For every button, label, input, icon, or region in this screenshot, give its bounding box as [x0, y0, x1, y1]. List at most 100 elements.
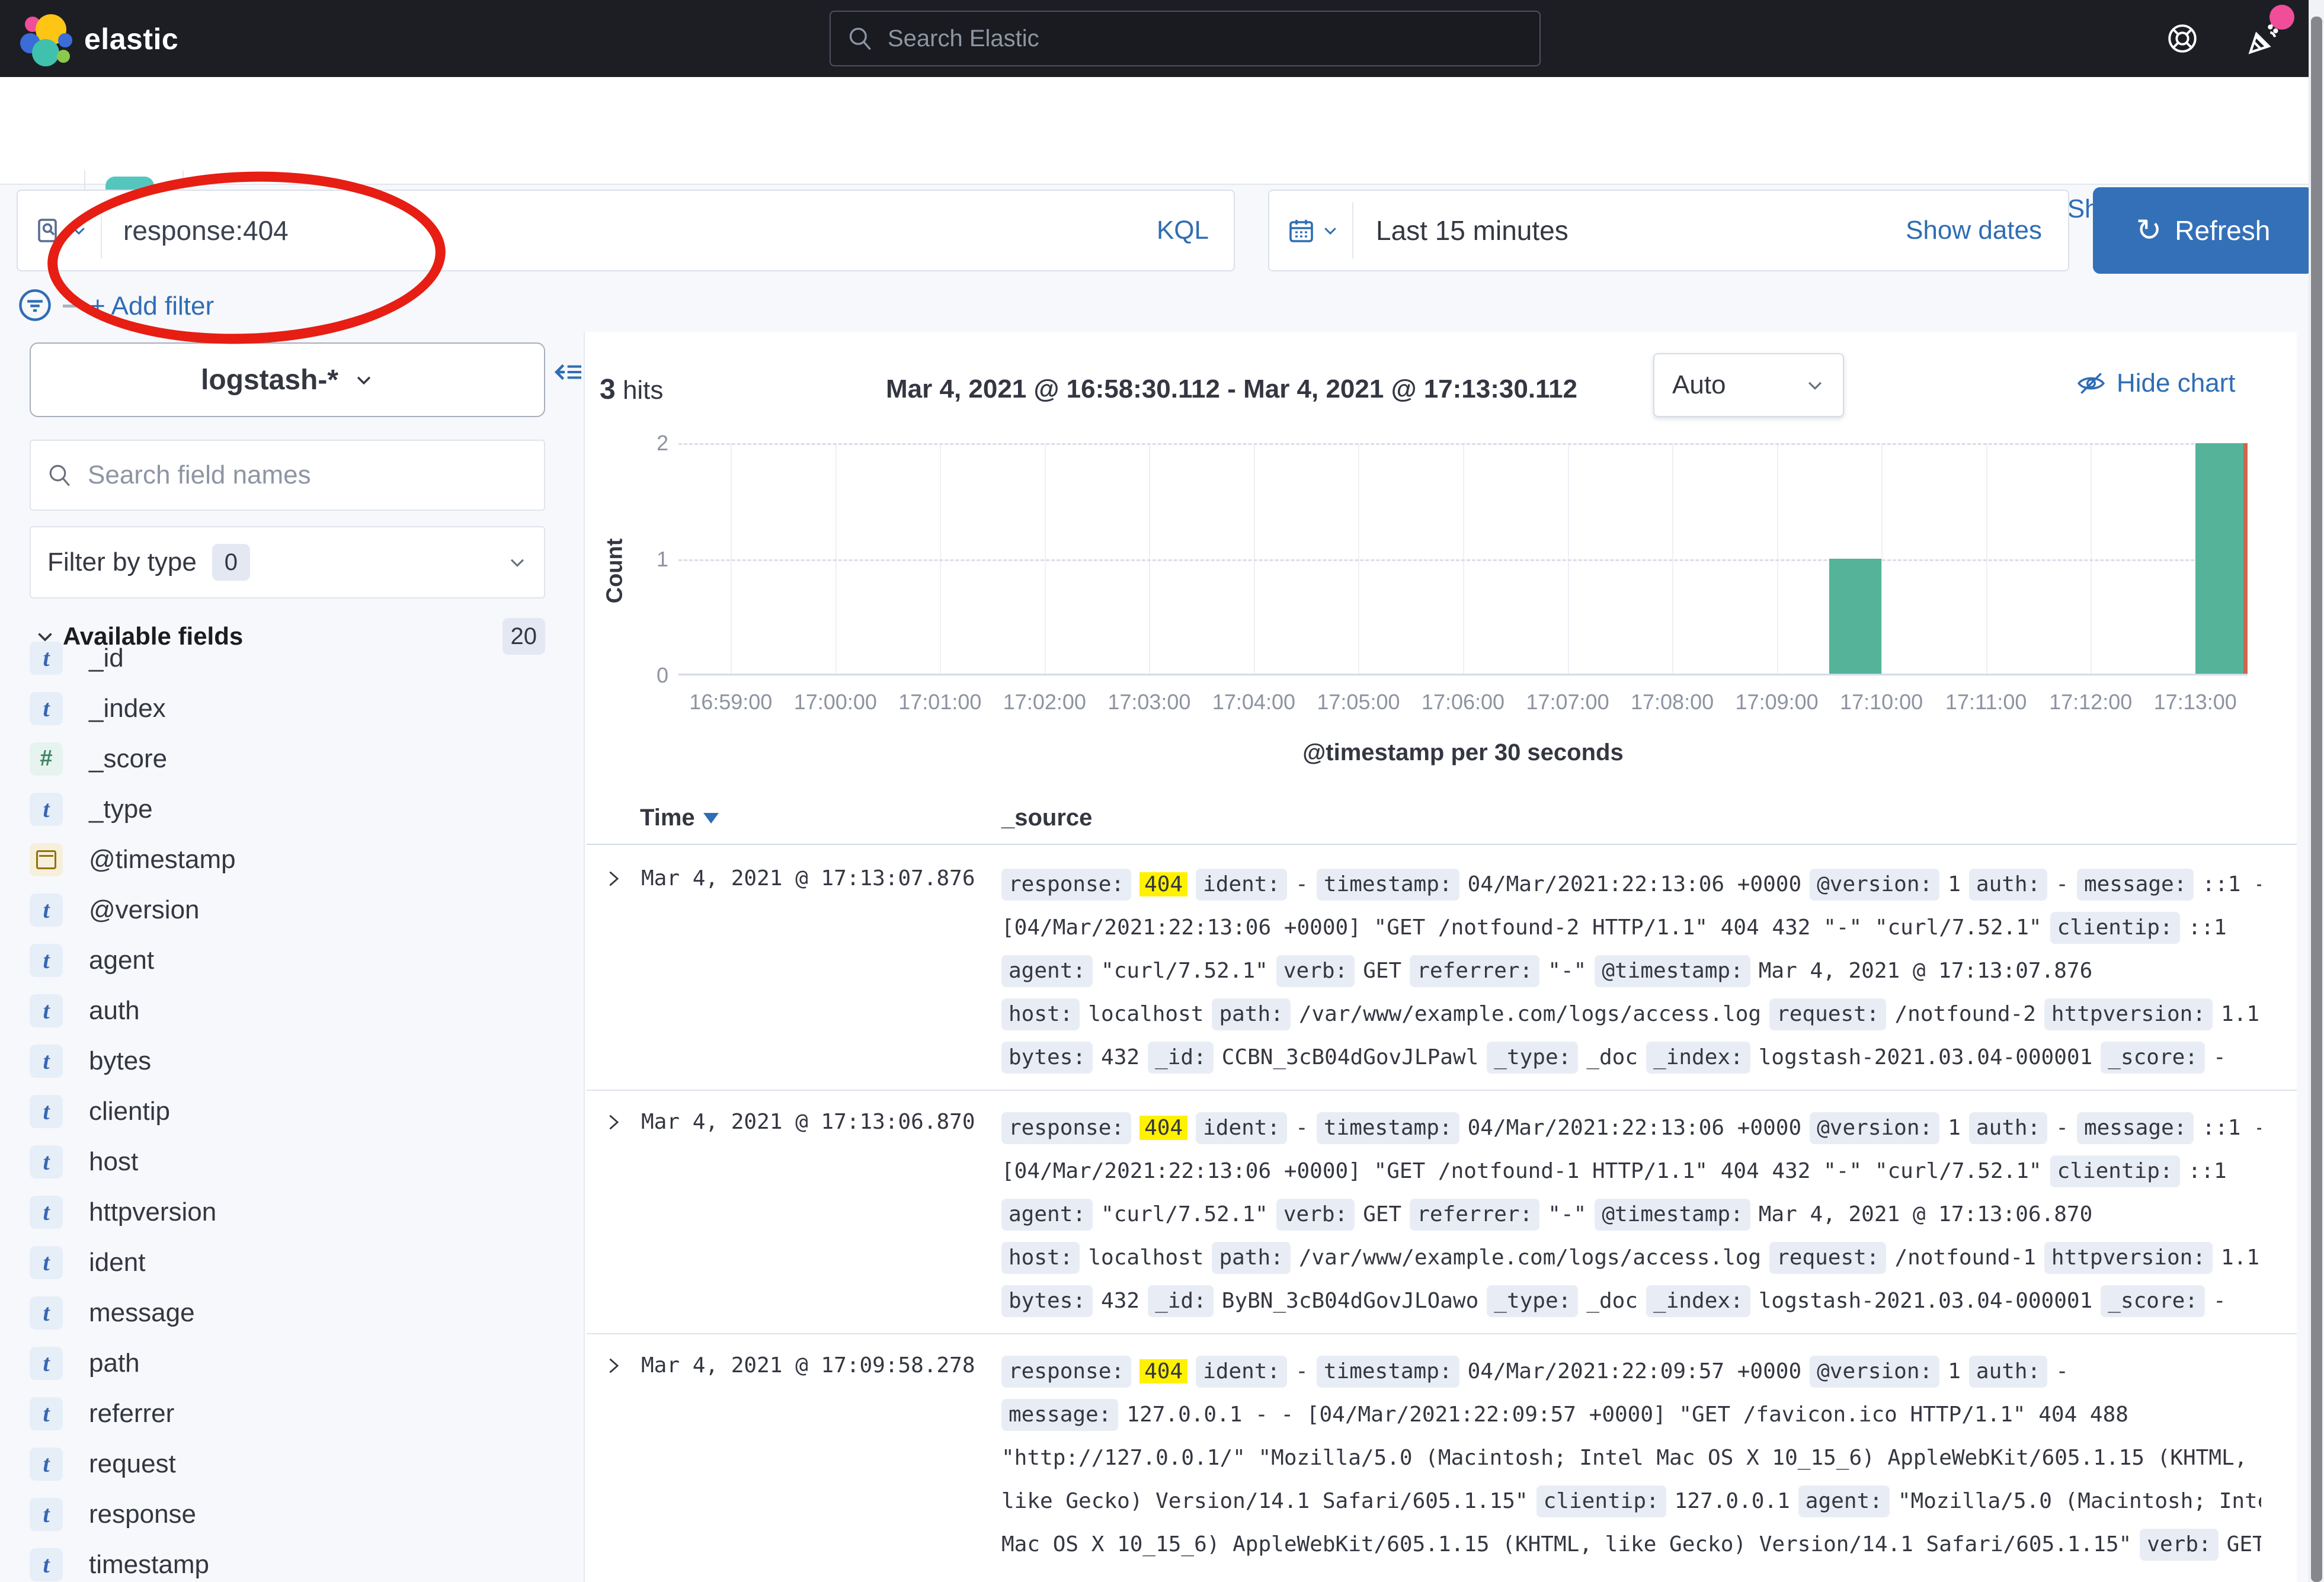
field-value: /notfound-2: [1894, 1002, 2035, 1026]
document-row: Mar 4, 2021 @ 17:13:06.870response:404id…: [587, 1091, 2297, 1334]
field-item-type[interactable]: t_type: [30, 784, 545, 834]
collapse-sidebar-icon[interactable]: [552, 356, 585, 389]
x-tick-label: 17:11:00: [1945, 690, 2027, 715]
field-item-request[interactable]: t request: [30, 1439, 545, 1489]
field-name: timestamp: [89, 1550, 209, 1580]
elastic-logo[interactable]: elastic: [20, 13, 178, 65]
string-type-icon: t: [30, 1045, 63, 1078]
field-badge: httpversion:: [2044, 998, 2213, 1030]
field-value: "curl/7.52.1": [1101, 1202, 1268, 1226]
field-badge: @version:: [1810, 1356, 1939, 1388]
help-icon[interactable]: [2165, 21, 2200, 56]
add-filter-button[interactable]: + Add filter: [90, 292, 214, 321]
field-value: GET: [1363, 1202, 1401, 1226]
sort-desc-icon: [703, 813, 719, 824]
field-value: -: [2056, 1359, 2069, 1384]
field-item-id[interactable]: t_id: [30, 633, 545, 683]
global-search-input[interactable]: Search Elastic: [830, 11, 1541, 66]
field-name: referrer: [89, 1399, 174, 1429]
string-type-icon: t: [30, 692, 63, 725]
field-name: response: [89, 1500, 196, 1529]
x-tick-label: 17:00:00: [794, 690, 877, 715]
column-header-time[interactable]: Time: [640, 805, 719, 831]
field-badge: clientip:: [1536, 1485, 1666, 1517]
field-item-clientip[interactable]: tclientip: [30, 1086, 545, 1136]
field-value: like Gecko) Version/14.1 Safari/605.1.15…: [1001, 1489, 1528, 1513]
field-value: ::1 - -: [2202, 1116, 2261, 1140]
field-name: @timestamp: [89, 845, 236, 875]
field-name: message: [89, 1298, 195, 1328]
field-value: _doc: [1586, 1045, 1638, 1069]
field-badge: referrer:: [1410, 955, 1539, 987]
field-value: /var/www/example.com/logs/access.log: [1299, 1245, 1761, 1270]
news-icon[interactable]: [2246, 20, 2283, 57]
histogram-chart[interactable]: [678, 443, 2248, 675]
chevron-down-icon: [70, 222, 88, 239]
field-item-index[interactable]: t _index: [30, 683, 545, 734]
field-item-timestamp[interactable]: ttimestamp: [30, 1539, 545, 1582]
field-badge: @timestamp:: [1595, 955, 1750, 987]
field-item-ident[interactable]: tident: [30, 1237, 545, 1288]
expand-row-icon[interactable]: [603, 1356, 623, 1376]
date-picker[interactable]: Last 15 minutes Show dates: [1268, 190, 2069, 271]
field-badge: httpversion:: [2044, 1242, 2213, 1274]
row-timestamp: Mar 4, 2021 @ 17:13:06.870: [641, 1110, 975, 1134]
field-value: [04/Mar/2021:22:13:06 +0000] "GET /notfo…: [1001, 915, 2042, 940]
field-item-httpversion[interactable]: thttpversion: [30, 1187, 545, 1237]
expand-row-icon[interactable]: [603, 1112, 623, 1132]
query-bar[interactable]: response:404 KQL: [17, 190, 1235, 271]
histogram-bar[interactable]: [2195, 443, 2248, 674]
chart-gridline: [1986, 443, 1987, 674]
chart-gridline: [1045, 443, 1046, 674]
date-type-icon: [30, 843, 63, 876]
divider: [63, 305, 79, 308]
field-value: "Mozilla/5.0 (Macintosh; Intel: [1898, 1489, 2261, 1513]
filter-icon[interactable]: [17, 287, 53, 324]
index-pattern-select[interactable]: logstash-*: [30, 342, 545, 417]
query-language-button[interactable]: KQL: [1157, 216, 1234, 245]
time-range-value[interactable]: Last 15 minutes: [1376, 214, 1568, 246]
field-item-path[interactable]: tpath: [30, 1338, 545, 1388]
field-item-score[interactable]: #_score: [30, 734, 545, 784]
chevron-down-icon: [1805, 375, 1825, 395]
kibana-discover-page: elastic Search Elastic D Discover New Sa…: [0, 0, 2324, 1582]
field-item-auth[interactable]: tauth: [30, 985, 545, 1036]
field-item-host[interactable]: thost: [30, 1136, 545, 1187]
scrollbar-track[interactable]: [2309, 0, 2324, 1582]
interval-select[interactable]: Auto: [1653, 353, 1844, 417]
field-name: _index: [89, 694, 166, 723]
row-timestamp: Mar 4, 2021 @ 17:13:07.876: [641, 866, 975, 891]
document-row: Mar 4, 2021 @ 17:13:07.876response:404id…: [587, 847, 2297, 1091]
field-item-timestamp[interactable]: @timestamp: [30, 834, 545, 885]
field-name: request: [89, 1449, 176, 1479]
field-badge: agent:: [1001, 1199, 1093, 1231]
show-dates-button[interactable]: Show dates: [1906, 216, 2068, 245]
expand-row-icon[interactable]: [603, 869, 623, 889]
divider: [587, 844, 2297, 845]
saved-query-icon[interactable]: [36, 216, 64, 245]
field-value: 432: [1101, 1045, 1139, 1069]
field-badge: agent:: [1001, 955, 1093, 987]
field-search-input[interactable]: Search field names: [30, 440, 545, 511]
field-item-version[interactable]: t@version: [30, 885, 545, 935]
field-item-message[interactable]: tmessage: [30, 1288, 545, 1338]
scrollbar-thumb[interactable]: [2311, 17, 2322, 1582]
histogram-bar[interactable]: [1829, 559, 1881, 674]
field-item-agent[interactable]: tagent: [30, 935, 545, 985]
refresh-button[interactable]: ↻ Refresh: [2093, 187, 2313, 274]
highlighted-value: 404: [1139, 1359, 1187, 1384]
query-input[interactable]: response:404: [123, 214, 289, 246]
field-value: /notfound-1: [1894, 1245, 2035, 1270]
field-badge: response:: [1001, 1112, 1131, 1144]
divider: [101, 202, 102, 259]
string-type-icon: t: [30, 1448, 63, 1481]
calendar-icon[interactable]: [1287, 216, 1315, 245]
hide-chart-button[interactable]: Hide chart: [2076, 369, 2236, 398]
field-name: bytes: [89, 1046, 151, 1076]
field-item-referrer[interactable]: treferrer: [30, 1388, 545, 1439]
string-type-icon: t: [30, 894, 63, 927]
field-value: [04/Mar/2021:22:13:06 +0000] "GET /notfo…: [1001, 1159, 2042, 1183]
filter-by-type-select[interactable]: Filter by type 0: [30, 526, 545, 598]
field-item-bytes[interactable]: tbytes: [30, 1036, 545, 1086]
field-item-response[interactable]: tresponse: [30, 1489, 545, 1539]
